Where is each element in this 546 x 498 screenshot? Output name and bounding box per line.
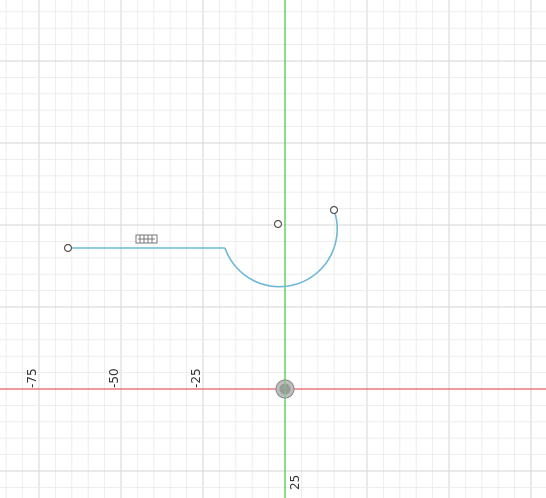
arc-endpoint[interactable] xyxy=(329,205,339,215)
x-tick-label-neg-75: -75 xyxy=(25,368,39,388)
grid xyxy=(0,0,546,498)
x-tick-label-neg-50: -50 xyxy=(107,368,121,388)
line-endpoint[interactable] xyxy=(63,243,73,253)
arc-center-point[interactable] xyxy=(273,219,283,229)
sketch-canvas[interactable]: -75 -50 -25 25 xyxy=(0,0,546,498)
horizontal-constraint-icon[interactable] xyxy=(135,234,158,244)
x-tick-label-neg-25: -25 xyxy=(189,368,203,388)
origin-icon[interactable] xyxy=(275,379,295,399)
y-tick-label-25: 25 xyxy=(288,475,302,490)
sketch-viewport[interactable]: -75 -50 -25 25 xyxy=(0,0,546,498)
